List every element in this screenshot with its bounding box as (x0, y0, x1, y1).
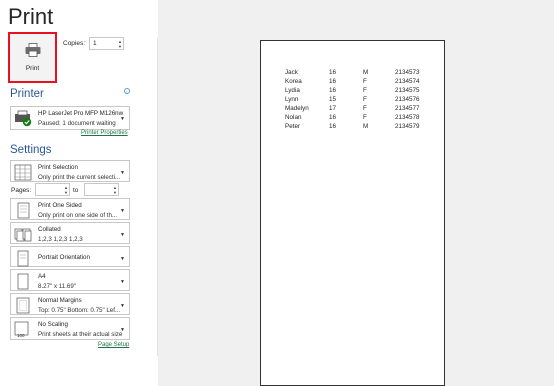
collation-title: Collated (38, 226, 61, 233)
cell-gender: F (363, 78, 367, 85)
orientation-title: Portrait Orientation (38, 254, 90, 261)
paper-size-dropdown[interactable]: A4 8.27" x 11.69" ▼ (10, 269, 130, 291)
cell-name: Madelyn (285, 105, 309, 112)
table-row: Madelyn 17 F 2134577 (285, 104, 435, 113)
spin-arrows-icon[interactable]: ▲ ▼ (118, 39, 122, 49)
cell-name: Jack (285, 69, 298, 76)
info-icon[interactable]: i (124, 88, 130, 94)
pages-to-label: to (73, 187, 79, 194)
cell-id: 2134577 (395, 105, 420, 112)
portrait-page-icon (17, 250, 29, 267)
chevron-down-icon: ▼ (120, 256, 125, 262)
settings-section-title: Settings (10, 144, 52, 156)
cell-id: 2134579 (395, 123, 420, 130)
one-sided-page-icon (17, 202, 30, 219)
sides-subtitle: Only print on one side of th... (38, 212, 118, 219)
collated-pages-icon (14, 228, 32, 242)
sheet-grid-icon (14, 164, 32, 181)
chevron-down-icon: ▼ (120, 116, 125, 122)
table-row: Peter 16 M 2134579 (285, 122, 435, 131)
cell-gender: F (363, 96, 367, 103)
scaling-icon: 100 (14, 321, 29, 338)
margins-subtitle: Top: 0.75" Bottom: 0.75" Lef... (38, 307, 121, 314)
settings-panel: Print Print Copies: 1 ▲ ▼ Printer i HP La… (0, 0, 158, 386)
chevron-down-icon: ▼ (120, 279, 125, 285)
printer-properties-link[interactable]: Printer Properties (81, 130, 128, 136)
pages-to-stepper[interactable]: ▲ ▼ (84, 183, 119, 196)
print-scope-dropdown[interactable]: Print Selection Only print the current s… (10, 160, 130, 182)
cell-name: Lydia (285, 87, 300, 94)
chevron-down-icon: ▼ (120, 303, 125, 309)
pages-label: Pages: (11, 187, 32, 194)
margins-icon (16, 297, 30, 314)
table-row: Jack 16 M 2134573 (285, 68, 435, 77)
print-preview-area: Jack 16 M 2134573 Korea 16 F 2134574 Lydia 16 F 213… (158, 0, 554, 386)
margins-title: Normal Margins (38, 297, 82, 304)
copies-label: Copies: (63, 40, 86, 47)
preview-page: Jack 16 M 2134573 Korea 16 F 2134574 Lydia 16 F 213… (260, 40, 445, 386)
orientation-dropdown[interactable]: Portrait Orientation ▼ (10, 246, 130, 267)
table-row: Korea 16 F 2134574 (285, 77, 435, 86)
table-row: Lynn 15 F 2134576 (285, 95, 435, 104)
sides-title: Print One Sided (38, 202, 82, 209)
cell-age: 17 (329, 105, 337, 112)
copies-stepper[interactable]: 1 ▲ ▼ (89, 37, 124, 50)
scaling-icon-text: 100 (17, 333, 25, 338)
chevron-down-icon: ▼ (120, 232, 125, 238)
cell-name: Lynn (285, 96, 299, 103)
cell-age: 16 (329, 114, 337, 121)
table-row: Nolan 16 F 2134578 (285, 113, 435, 122)
cell-name: Korea (285, 78, 302, 85)
pages-from-stepper[interactable]: ▲ ▼ (35, 183, 70, 196)
cell-id: 2134576 (395, 96, 420, 103)
cell-gender: M (363, 69, 369, 76)
cell-age: 16 (329, 69, 337, 76)
print-scope-subtitle: Only print the current selecti... (38, 174, 121, 181)
scaling-dropdown[interactable]: 100 No Scaling Print sheets at their act… (10, 317, 130, 340)
copies-value: 1 (93, 40, 97, 47)
cell-age: 16 (329, 123, 337, 130)
cell-id: 2134573 (395, 69, 420, 76)
chevron-down-icon: ▼ (120, 170, 125, 176)
print-button-label: Print (25, 65, 40, 72)
page-setup-link[interactable]: Page Setup (98, 342, 129, 348)
collation-dropdown[interactable]: Collated 1,2,3 1,2,3 1,2,3 ▼ (10, 222, 130, 244)
cell-age: 16 (329, 78, 337, 85)
print-button[interactable]: Print (8, 32, 57, 83)
paper-size-title: A4 (38, 273, 46, 280)
cell-age: 16 (329, 87, 337, 94)
cell-gender: F (363, 114, 367, 121)
printer-section-title: Printer (10, 88, 44, 100)
collation-subtitle: 1,2,3 1,2,3 1,2,3 (38, 236, 83, 243)
cell-gender: F (363, 87, 367, 94)
printer-icon (25, 43, 41, 57)
spin-arrows-icon[interactable]: ▲ ▼ (64, 185, 68, 195)
printer-status-icon (15, 110, 32, 127)
cell-id: 2134575 (395, 87, 420, 94)
cell-name: Nolan (285, 114, 302, 121)
scaling-title: No Scaling (38, 321, 68, 328)
cell-id: 2134578 (395, 114, 420, 121)
page-title: Print (8, 4, 54, 29)
cell-id: 2134574 (395, 78, 420, 85)
cell-name: Peter (285, 123, 301, 130)
printer-dropdown[interactable]: HP LaserJet Pro MFP M126nw Paused: 1 doc… (10, 106, 130, 130)
spin-arrows-icon[interactable]: ▲ ▼ (113, 185, 117, 195)
cell-gender: F (363, 105, 367, 112)
cell-gender: M (363, 123, 369, 130)
margins-dropdown[interactable]: Normal Margins Top: 0.75" Bottom: 0.75" … (10, 293, 130, 315)
chevron-down-icon: ▼ (120, 327, 125, 333)
sides-dropdown[interactable]: Print One Sided Only print on one side o… (10, 198, 130, 220)
cell-age: 15 (329, 96, 337, 103)
chevron-down-icon: ▼ (120, 208, 125, 214)
scaling-subtitle: Print sheets at their actual size (38, 331, 123, 338)
printer-status: Paused: 1 document waiting (38, 120, 116, 127)
paper-size-icon (17, 273, 29, 290)
table-row: Lydia 16 F 2134575 (285, 86, 435, 95)
printer-name: HP LaserJet Pro MFP M126nw (38, 110, 124, 117)
paper-size-subtitle: 8.27" x 11.69" (38, 283, 76, 290)
print-scope-title: Print Selection (38, 164, 78, 171)
preview-table: Jack 16 M 2134573 Korea 16 F 2134574 Lydia 16 F 213… (285, 68, 435, 131)
